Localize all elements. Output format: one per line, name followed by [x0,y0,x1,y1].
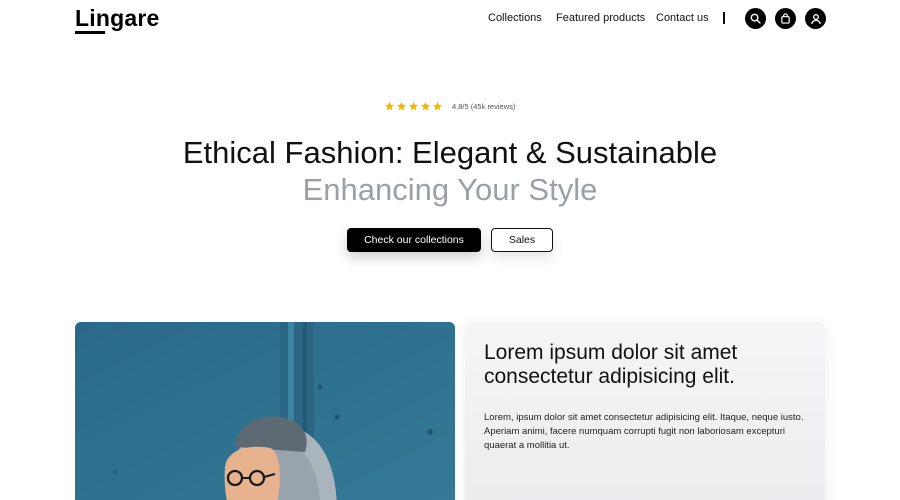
search-button[interactable] [745,8,766,29]
logo-underline [75,31,105,34]
star-icon [385,101,394,111]
rating-text: 4.8/5 (45k reviews) [452,102,516,111]
cart-button[interactable] [775,8,796,29]
star-icon [421,101,430,111]
star-icon [397,101,406,111]
hero-title: Ethical Fashion: Elegant & Sustainable [182,135,718,170]
feature-card: Lorem ipsum dolor sit amet consectetur a… [465,322,825,500]
feature-photo [75,322,455,500]
sales-button[interactable]: Sales [491,228,553,252]
brand-logo[interactable]: Lingare [75,5,159,32]
star-icon [433,101,442,111]
feature-body: Lorem, ipsum dolor sit amet consectetur … [484,412,804,451]
nav-link-collections[interactable]: Collections [488,12,542,24]
person-in-hoodie-image [75,322,455,500]
star-icon [409,101,418,111]
nav-link-featured-products[interactable]: Featured products [556,12,645,24]
shopping-bag-icon [781,13,790,24]
account-button[interactable] [805,8,826,29]
rating-summary: 4.8/5 (45k reviews) [384,101,515,112]
site-header: Lingare Collections Featured products Co… [0,0,900,40]
search-icon [750,13,761,24]
hero-subtitle: Enhancing Your Style [302,172,598,207]
user-icon [810,13,821,24]
nav-divider [723,12,725,24]
nav-link-contact-us[interactable]: Contact us [656,12,709,24]
rating-stars [384,101,443,112]
feature-title: Lorem ipsum dolor sit amet consectetur a… [484,341,738,388]
check-collections-button[interactable]: Check our collections [347,228,481,252]
